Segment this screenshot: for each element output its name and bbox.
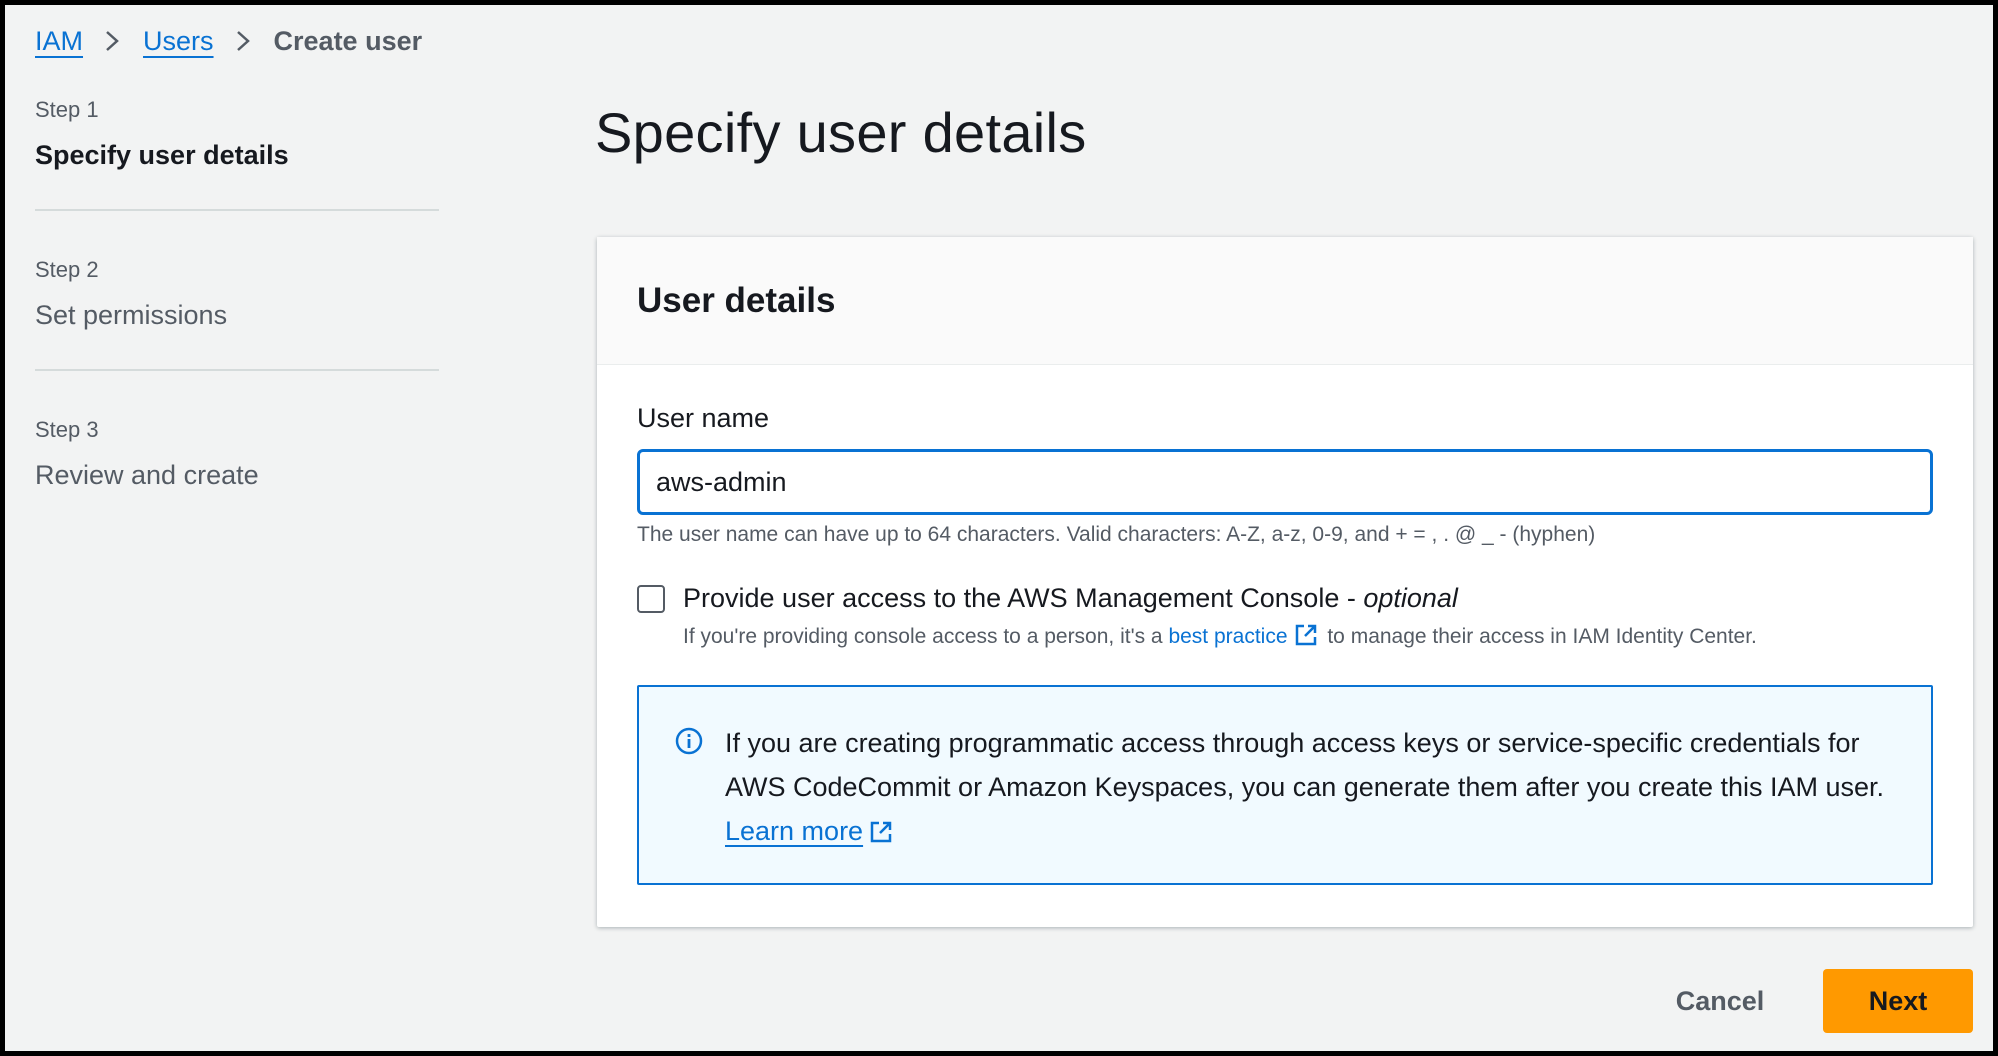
page-title: Specify user details bbox=[595, 101, 1087, 164]
optional-text: optional bbox=[1363, 583, 1458, 613]
breadcrumb-create-user: Create user bbox=[273, 25, 423, 56]
info-message: If you are creating programmatic access … bbox=[725, 728, 1885, 802]
step-number: Step 3 bbox=[35, 417, 99, 442]
card-title: User details bbox=[637, 280, 836, 320]
breadcrumb-iam[interactable]: IAM bbox=[35, 26, 83, 57]
best-practice-link[interactable]: best practice bbox=[1168, 625, 1287, 648]
card-header: User details bbox=[597, 237, 1973, 365]
user-name-input[interactable] bbox=[637, 449, 1933, 515]
external-link-icon[interactable] bbox=[869, 813, 893, 857]
app-frame: IAM Users Create user Step 1 Specify use… bbox=[5, 5, 1993, 1051]
user-details-card: User details User name The user name can… bbox=[597, 237, 1973, 927]
console-access-label[interactable]: Provide user access to the AWS Managemen… bbox=[683, 583, 1458, 614]
next-button[interactable]: Next bbox=[1823, 969, 1973, 1033]
console-access-description: If you're providing console access to a … bbox=[683, 623, 1757, 653]
cancel-button[interactable]: Cancel bbox=[1645, 969, 1795, 1033]
external-link-icon[interactable] bbox=[1294, 623, 1318, 653]
step-number: Step 2 bbox=[35, 257, 99, 282]
step-1: Step 1 Specify user details bbox=[35, 95, 439, 173]
console-access-label-text: Provide user access to the AWS Managemen… bbox=[683, 583, 1364, 613]
info-icon bbox=[675, 727, 703, 760]
step-title: Set permissions bbox=[35, 300, 228, 330]
user-name-label: User name bbox=[637, 403, 770, 433]
step-title: Specify user details bbox=[35, 140, 289, 170]
step-divider bbox=[35, 369, 439, 371]
breadcrumb-users[interactable]: Users bbox=[143, 26, 214, 57]
step-title: Review and create bbox=[35, 460, 259, 490]
info-text: If you are creating programmatic access … bbox=[725, 721, 1905, 857]
step-2[interactable]: Step 2 Set permissions bbox=[35, 255, 439, 333]
step-divider bbox=[35, 209, 439, 211]
user-name-constraint: The user name can have up to 64 characte… bbox=[637, 523, 1596, 546]
chevron-right-icon bbox=[214, 19, 274, 63]
breadcrumb: IAM Users Create user bbox=[35, 19, 422, 63]
chevron-right-icon bbox=[83, 19, 143, 63]
wizard-steps: Step 1 Specify user details Step 2 Set p… bbox=[35, 95, 439, 493]
step-3[interactable]: Step 3 Review and create bbox=[35, 415, 439, 493]
info-alert: If you are creating programmatic access … bbox=[637, 685, 1933, 885]
console-access-checkbox[interactable] bbox=[637, 585, 665, 613]
step-number: Step 1 bbox=[35, 97, 99, 122]
description-text-end: to manage their access in IAM Identity C… bbox=[1321, 625, 1757, 648]
description-text: If you're providing console access to a … bbox=[683, 625, 1169, 648]
learn-more-link[interactable]: Learn more bbox=[725, 816, 863, 846]
